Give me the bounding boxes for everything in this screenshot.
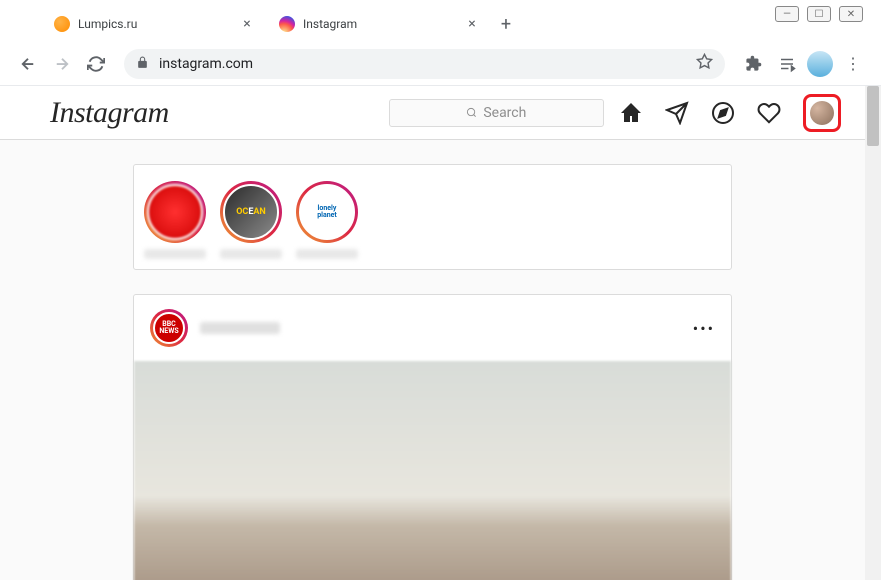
post-header: BBCNEWS ••• xyxy=(134,295,731,361)
instagram-nav xyxy=(619,94,841,132)
messages-icon[interactable] xyxy=(665,101,689,125)
story-ring-icon: BBCNEWS xyxy=(150,309,188,347)
story-ring-icon xyxy=(144,181,206,243)
tab-instagram[interactable]: Instagram × xyxy=(267,7,492,41)
activity-heart-icon[interactable] xyxy=(757,101,781,125)
page-content: Instagram Search xyxy=(0,86,881,580)
window-controls: — ☐ ✕ xyxy=(775,6,863,22)
story-item[interactable]: OCEAN xyxy=(220,181,282,259)
post-image[interactable] xyxy=(134,361,731,580)
explore-icon[interactable] xyxy=(711,101,735,125)
tab-strip: Lumpics.ru × Instagram × + xyxy=(0,0,881,42)
story-avatar: lonelyplanet xyxy=(299,184,355,240)
window-close-button[interactable]: ✕ xyxy=(839,6,863,22)
favicon-icon xyxy=(279,16,295,32)
tab-lumpics[interactable]: Lumpics.ru × xyxy=(42,7,267,41)
chrome-menu-button[interactable]: ⋮ xyxy=(839,50,867,78)
post-card: BBCNEWS ••• xyxy=(133,294,732,580)
tab-title: Lumpics.ru xyxy=(78,17,239,31)
story-username xyxy=(220,249,282,259)
search-icon xyxy=(466,107,477,118)
browser-toolbar: instagram.com ⋮ xyxy=(0,42,881,86)
back-button[interactable] xyxy=(14,50,42,78)
story-item[interactable] xyxy=(144,181,206,259)
home-icon[interactable] xyxy=(619,101,643,125)
instagram-header: Instagram Search xyxy=(0,86,881,140)
search-placeholder: Search xyxy=(483,105,526,121)
chrome-profile-button[interactable] xyxy=(807,51,833,77)
scrollbar-thumb[interactable] xyxy=(867,86,879,146)
post-author-avatar[interactable]: BBCNEWS xyxy=(153,312,185,344)
window-maximize-button[interactable]: ☐ xyxy=(807,6,831,22)
feed: OCEAN lonelyplanet BBCNEWS ••• xyxy=(133,164,748,580)
profile-button-highlight xyxy=(803,94,841,132)
story-avatar xyxy=(147,184,203,240)
favicon-icon xyxy=(54,16,70,32)
bookmark-star-icon[interactable] xyxy=(696,53,713,74)
post-username[interactable] xyxy=(200,322,280,334)
window-minimize-button[interactable]: — xyxy=(775,6,799,22)
tab-close-button[interactable]: × xyxy=(239,16,255,32)
post-more-button[interactable]: ••• xyxy=(693,319,715,338)
media-control-icon[interactable] xyxy=(773,50,801,78)
story-username xyxy=(144,249,206,259)
story-avatar: OCEAN xyxy=(223,184,279,240)
reload-button[interactable] xyxy=(82,50,110,78)
new-tab-button[interactable]: + xyxy=(492,10,520,38)
story-ring-icon: OCEAN xyxy=(220,181,282,243)
story-ring-icon: lonelyplanet xyxy=(296,181,358,243)
lock-icon xyxy=(136,54,149,73)
search-input[interactable]: Search xyxy=(389,99,604,127)
tab-close-button[interactable]: × xyxy=(464,16,480,32)
url-text: instagram.com xyxy=(159,56,696,72)
story-username xyxy=(296,249,358,259)
instagram-logo[interactable]: Instagram xyxy=(50,96,169,130)
stories-tray: OCEAN lonelyplanet xyxy=(133,164,732,270)
forward-button[interactable] xyxy=(48,50,76,78)
tab-title: Instagram xyxy=(303,17,464,31)
address-bar[interactable]: instagram.com xyxy=(124,49,725,79)
scrollbar[interactable] xyxy=(865,86,881,580)
story-item[interactable]: lonelyplanet xyxy=(296,181,358,259)
profile-avatar-button[interactable] xyxy=(810,101,834,125)
extensions-icon[interactable] xyxy=(739,50,767,78)
